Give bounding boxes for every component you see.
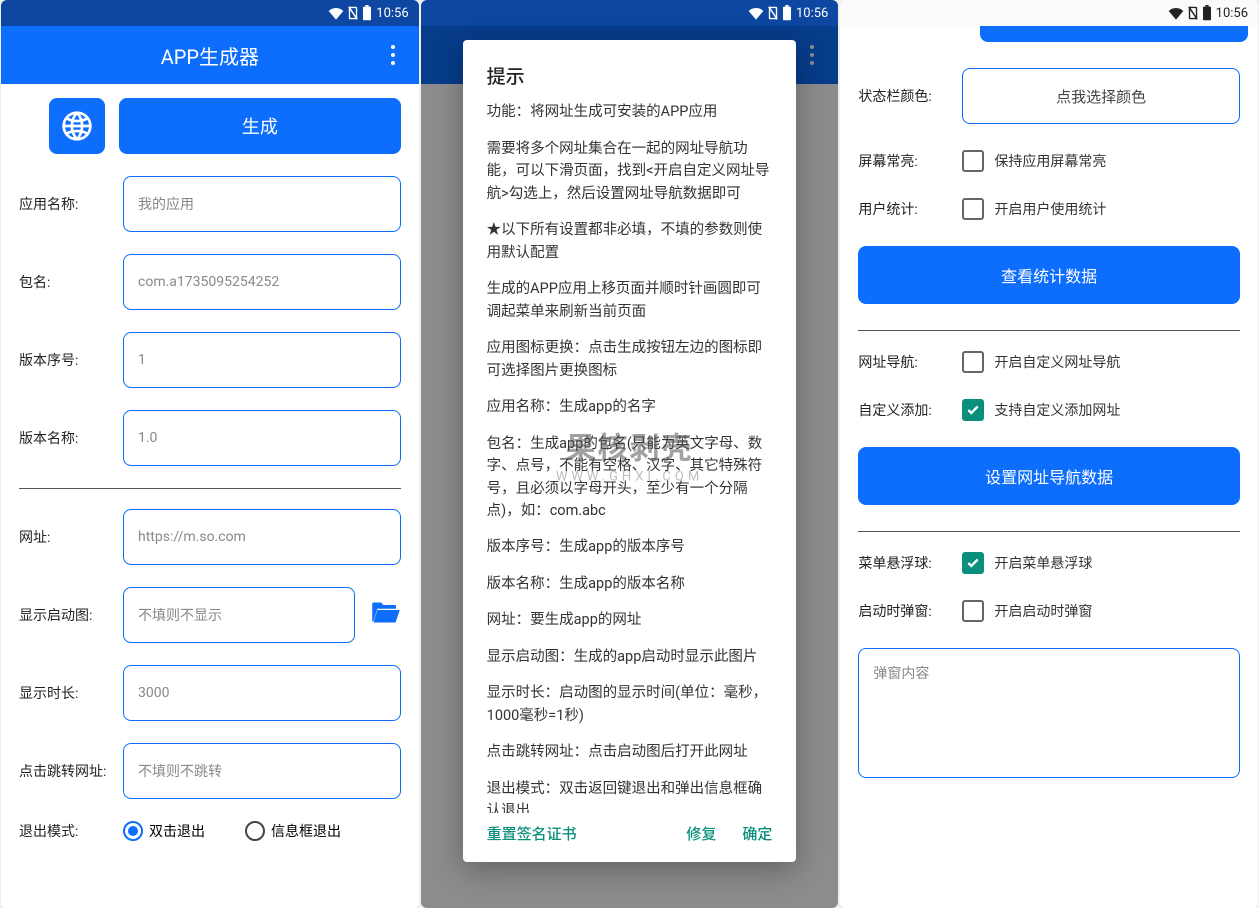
view-stats-button[interactable]: 查看统计数据 xyxy=(858,246,1240,304)
label-duration: 显示时长: xyxy=(19,683,109,703)
help-line: 版本名称：生成app的版本名称 xyxy=(487,573,773,595)
input-app-name[interactable]: 我的应用 xyxy=(123,176,401,232)
label-splash: 显示启动图: xyxy=(19,605,109,625)
sim-off-icon xyxy=(348,6,358,20)
divider xyxy=(858,330,1240,331)
help-line: ★以下所有设置都非必填，不填的参数则使用默认配置 xyxy=(487,219,773,264)
label-version-code: 版本序号: xyxy=(19,350,109,370)
radio-dialog-back-label: 信息框退出 xyxy=(271,821,341,841)
status-time: 10:56 xyxy=(1216,6,1248,21)
label-version-name: 版本名称: xyxy=(19,428,109,448)
input-duration[interactable]: 3000 xyxy=(123,665,401,721)
reset-sign-button[interactable]: 重置签名证书 xyxy=(487,823,577,846)
input-clickurl[interactable]: 不填则不跳转 xyxy=(123,743,401,799)
label-package: 包名: xyxy=(19,272,109,292)
label-nav: 网址导航: xyxy=(858,352,948,372)
overflow-menu-icon[interactable] xyxy=(381,40,405,70)
radio-double-back-label: 双击退出 xyxy=(149,821,205,841)
help-line: 包名：生成app的包名(只能为英文字母、数字、点号，不能有空格、汉字、其它特殊符… xyxy=(487,433,773,523)
input-version-name[interactable]: 1.0 xyxy=(123,410,401,466)
globe-icon xyxy=(61,110,93,142)
label-keep-on: 屏幕常亮: xyxy=(858,151,948,171)
settings-content: 状态栏颜色: 点我选择颜色 屏幕常亮: 保持应用屏幕常亮 用户统计: 开启用户使… xyxy=(840,26,1258,908)
input-version-code[interactable]: 1 xyxy=(123,332,401,388)
cb-stats-text: 开启用户使用统计 xyxy=(994,199,1106,219)
check-icon xyxy=(966,403,980,417)
help-line: 功能：将网址生成可安装的APP应用 xyxy=(487,101,773,123)
status-bar: 10:56 xyxy=(840,0,1258,26)
checkbox-custom-add[interactable] xyxy=(962,399,984,421)
status-time: 10:56 xyxy=(376,6,408,21)
label-url: 网址: xyxy=(19,527,109,547)
cb-custom-add-text: 支持自定义添加网址 xyxy=(994,400,1120,420)
folder-open-icon[interactable] xyxy=(371,600,401,630)
radio-double-back[interactable]: 双击退出 xyxy=(123,821,205,841)
wifi-icon xyxy=(1168,6,1184,20)
label-popup: 启动时弹窗: xyxy=(858,601,948,621)
input-package[interactable]: com.a1735095254252 xyxy=(123,254,401,310)
app-title: APP生成器 xyxy=(161,41,259,70)
label-clickurl: 点击跳转网址: xyxy=(19,761,109,781)
checkbox-float-menu[interactable] xyxy=(962,552,984,574)
checkbox-popup[interactable] xyxy=(962,600,984,622)
label-app-name: 应用名称: xyxy=(19,194,109,214)
help-line: 退出模式：双击返回键退出和弹出信息框确认退出 xyxy=(487,778,773,813)
help-line: 需要将多个网址集合在一起的网址导航功能，可以下滑页面，找到<开启自定义网址导航>… xyxy=(487,138,773,205)
help-line: 版本序号：生成app的版本序号 xyxy=(487,536,773,558)
dialog-body[interactable]: 功能：将网址生成可安装的APP应用 需要将多个网址集合在一起的网址导航功能，可以… xyxy=(487,101,773,812)
cb-nav-text: 开启自定义网址导航 xyxy=(994,352,1120,372)
cb-popup-text: 开启启动时弹窗 xyxy=(994,601,1092,621)
cb-float-menu-text: 开启菜单悬浮球 xyxy=(994,553,1092,573)
help-line: 显示启动图：生成的app启动时显示此图片 xyxy=(487,646,773,668)
help-line: 应用图标更换：点击生成按钮左边的图标即可选择图片更换图标 xyxy=(487,337,773,382)
divider xyxy=(858,531,1240,532)
battery-icon xyxy=(782,5,792,21)
sim-off-icon xyxy=(1188,6,1198,20)
repair-button[interactable]: 修复 xyxy=(686,823,716,846)
label-float-menu: 菜单悬浮球: xyxy=(858,553,948,573)
wifi-icon xyxy=(328,6,344,20)
check-icon xyxy=(966,556,980,570)
generate-button[interactable]: 生成 xyxy=(119,98,401,154)
radio-dialog-back[interactable]: 信息框退出 xyxy=(245,821,341,841)
label-status-color: 状态栏颜色: xyxy=(858,86,948,106)
set-nav-data-button[interactable]: 设置网址导航数据 xyxy=(858,447,1240,505)
help-dialog: 提示 功能：将网址生成可安装的APP应用 需要将多个网址集合在一起的网址导航功能… xyxy=(463,40,797,862)
cb-keep-on-text: 保持应用屏幕常亮 xyxy=(994,151,1106,171)
status-bar: 10:56 xyxy=(421,0,839,26)
battery-icon xyxy=(362,5,372,21)
checkbox-stats[interactable] xyxy=(962,198,984,220)
help-line: 显示时长：启动图的显示时间(单位：毫秒，1000毫秒=1秒) xyxy=(487,682,773,727)
help-line: 网址：要生成app的网址 xyxy=(487,609,773,631)
dialog-actions: 重置签名证书 修复 确定 xyxy=(487,813,773,846)
pick-color-button[interactable]: 点我选择颜色 xyxy=(962,68,1240,124)
input-url[interactable]: https://m.so.com xyxy=(123,509,401,565)
input-splash[interactable]: 不填则不显示 xyxy=(123,587,355,643)
ok-button[interactable]: 确定 xyxy=(742,823,772,846)
phone-3-settings: 10:56 状态栏颜色: 点我选择颜色 屏幕常亮: 保持应用屏幕常亮 用户统计:… xyxy=(840,0,1258,908)
status-bar: 10:56 xyxy=(1,0,419,26)
status-time: 10:56 xyxy=(796,6,828,21)
form-content: 生成 应用名称: 我的应用 包名: com.a1735095254252 版本序… xyxy=(1,84,419,908)
popup-content-input[interactable]: 弹窗内容 xyxy=(858,648,1240,778)
dialog-title: 提示 xyxy=(487,62,773,91)
section-divider xyxy=(19,488,401,489)
sim-off-icon xyxy=(768,6,778,20)
app-bar: APP生成器 xyxy=(1,26,419,84)
app-icon-picker[interactable] xyxy=(49,98,105,154)
checkbox-nav[interactable] xyxy=(962,351,984,373)
checkbox-keep-on[interactable] xyxy=(962,150,984,172)
battery-icon xyxy=(1202,5,1212,21)
label-custom-add: 自定义添加: xyxy=(858,400,948,420)
help-line: 点击跳转网址：点击启动图后打开此网址 xyxy=(487,741,773,763)
wifi-icon xyxy=(748,6,764,20)
label-exitmode: 退出模式: xyxy=(19,821,109,841)
partial-appbar-strip xyxy=(980,26,1248,42)
phone-2-dialog: 10:56 提示 功能：将网址生成可安装的APP应用 需要将多个网址集合在一起的… xyxy=(421,0,839,908)
help-line: 应用名称：生成app的名字 xyxy=(487,396,773,418)
help-line: 生成的APP应用上移页面并顺时针画圆即可调起菜单来刷新当前页面 xyxy=(487,278,773,323)
label-stats: 用户统计: xyxy=(858,199,948,219)
phone-1-form: 10:56 APP生成器 生成 应用名称: 我的应用 包名: com.a1735… xyxy=(1,0,419,908)
